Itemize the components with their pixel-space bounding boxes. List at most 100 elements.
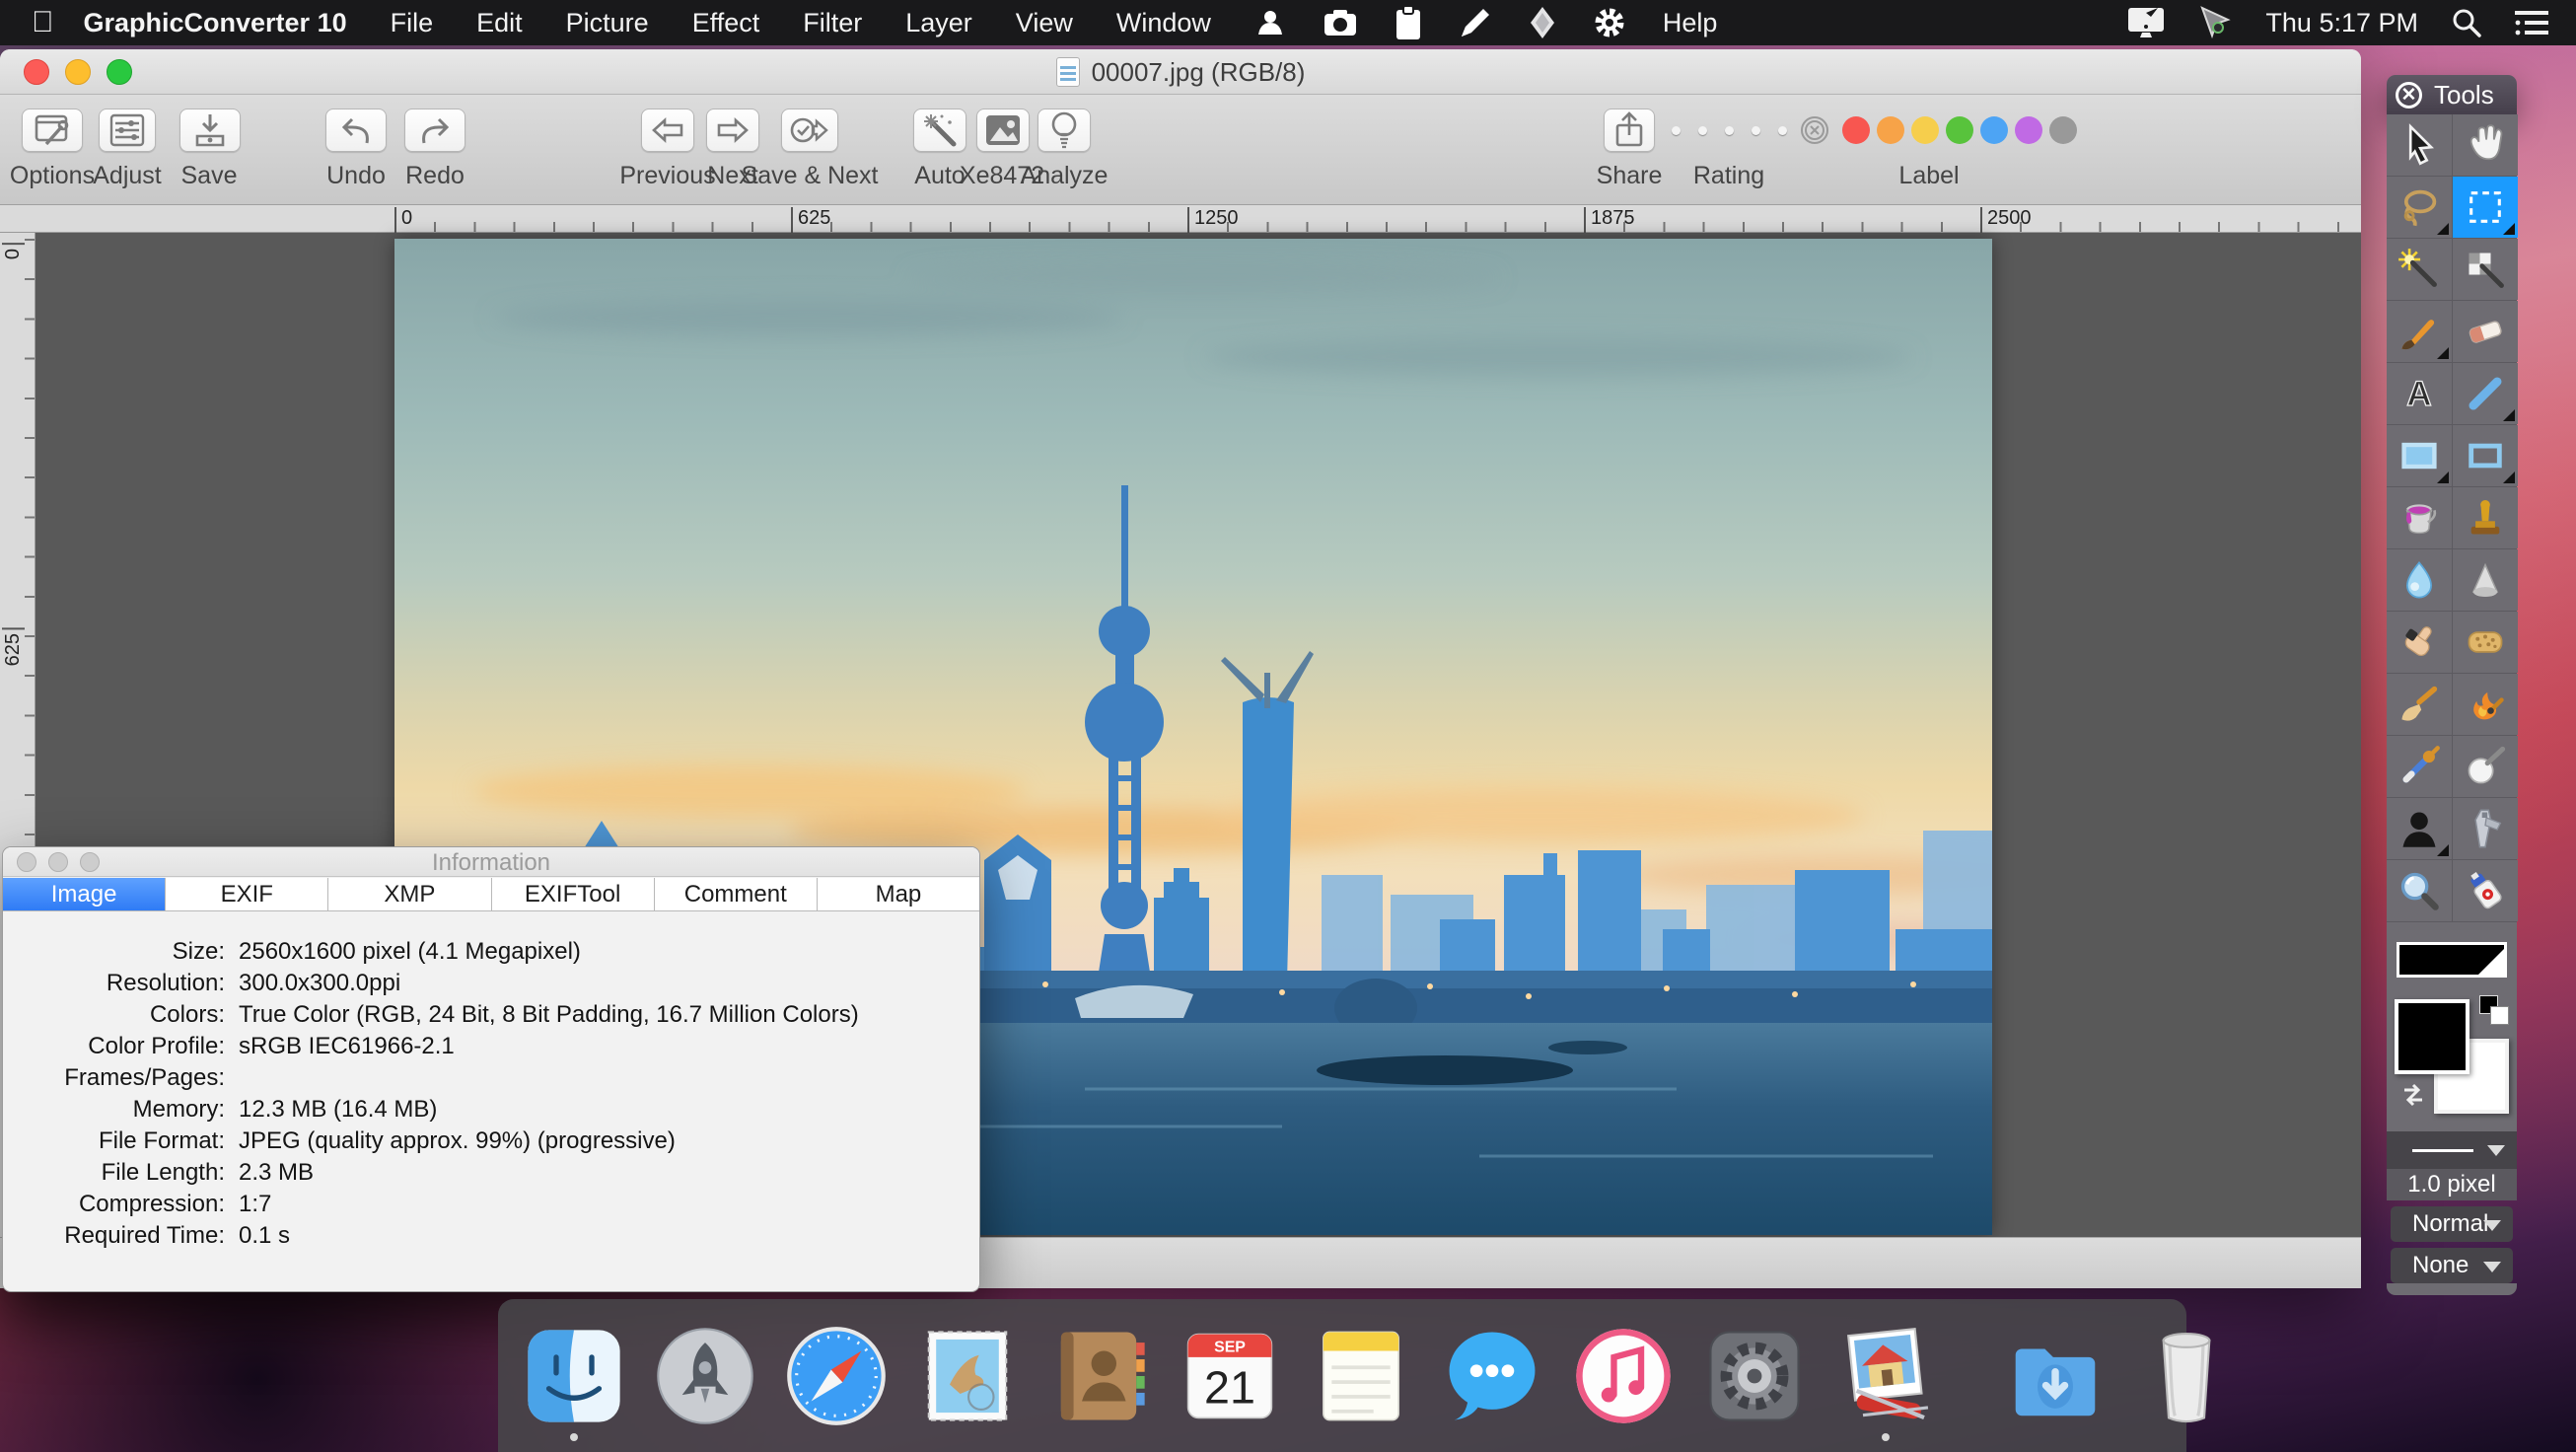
pattern-swatch[interactable]	[2397, 942, 2507, 978]
tab-exif[interactable]: EXIF	[166, 878, 328, 911]
label-purple-button[interactable]	[2015, 116, 2042, 144]
rectangular-selection-tool[interactable]	[2453, 177, 2518, 238]
magic-wand-tool[interactable]	[2387, 239, 2452, 300]
dock-item-system-preferences[interactable]	[1702, 1324, 1807, 1428]
eraser-tool[interactable]	[2453, 301, 2518, 362]
share-button[interactable]	[1604, 109, 1655, 152]
menu-filter[interactable]: Filter	[803, 8, 862, 38]
rating-dot-1[interactable]	[1672, 126, 1681, 135]
tab-map[interactable]: Map	[818, 878, 979, 911]
menu-effect[interactable]: Effect	[692, 8, 760, 38]
label-yellow-button[interactable]	[1911, 116, 1939, 144]
xe8472-button[interactable]	[976, 109, 1030, 152]
adjust-button[interactable]	[99, 109, 156, 152]
hand-tool[interactable]	[2453, 114, 2518, 176]
lasso-tool[interactable]	[2387, 177, 2452, 238]
dock-item-contacts[interactable]	[1046, 1324, 1151, 1428]
dock-item-launchpad[interactable]	[653, 1324, 757, 1428]
blend-mode-dropdown[interactable]: Normal	[2391, 1206, 2513, 1242]
move-tool[interactable]	[2387, 114, 2452, 176]
horizontal-ruler[interactable]: 0 625 1250 1875 2500	[0, 205, 2361, 233]
stamp-tool[interactable]	[2453, 487, 2518, 548]
menu-view[interactable]: View	[1016, 8, 1073, 38]
transparent-wand-tool[interactable]	[2453, 239, 2518, 300]
previous-button[interactable]	[641, 109, 694, 152]
filled-rectangle-tool[interactable]	[2387, 425, 2452, 486]
foreground-color-swatch[interactable]	[2395, 999, 2469, 1074]
dock-item-calendar[interactable]: SEP21	[1178, 1324, 1282, 1428]
annotate-menu-icon[interactable]	[1460, 7, 1491, 38]
dock-item-finder[interactable]	[522, 1324, 626, 1428]
rating-dot-5[interactable]	[1778, 126, 1787, 135]
close-icon[interactable]: ✕	[2396, 82, 2422, 109]
dock-item-itunes[interactable]	[1571, 1324, 1676, 1428]
paint-bucket-tool[interactable]	[2387, 487, 2452, 548]
window-title-bar[interactable]: 00007.jpg (RGB/8)	[0, 49, 2361, 95]
menu-layer[interactable]: Layer	[905, 8, 972, 38]
dock-item-mail[interactable]	[915, 1324, 1020, 1428]
menu-window[interactable]: Window	[1116, 8, 1211, 38]
eyedropper-tool[interactable]	[2387, 736, 2452, 797]
display-icon[interactable]	[2127, 7, 2165, 38]
selection-mode-dropdown[interactable]: None	[2391, 1248, 2513, 1283]
gear-menu-icon[interactable]	[1594, 7, 1625, 38]
silhouette-tool[interactable]	[2387, 798, 2452, 859]
label-green-button[interactable]	[1946, 116, 1973, 144]
remote-cursor-icon[interactable]	[2198, 6, 2232, 39]
glue-tool[interactable]	[2453, 860, 2518, 921]
rating-dot-4[interactable]	[1752, 126, 1760, 135]
dock-item-safari[interactable]	[784, 1324, 889, 1428]
waterdrop-blur-tool[interactable]	[2387, 549, 2452, 611]
text-tool[interactable]: A	[2387, 363, 2452, 424]
camera-menu-icon[interactable]	[1324, 8, 1357, 37]
dock-item-graphicconverter[interactable]	[1833, 1324, 1938, 1428]
tab-exiftool[interactable]: EXIFTool	[492, 878, 655, 911]
information-title-bar[interactable]: Information	[3, 847, 979, 877]
options-button[interactable]	[22, 109, 83, 152]
spray-menu-icon[interactable]	[1529, 7, 1556, 38]
menu-file[interactable]: File	[391, 8, 434, 38]
tab-xmp[interactable]: XMP	[328, 878, 491, 911]
auto-button[interactable]	[913, 109, 966, 152]
default-colors-icon[interactable]	[2479, 995, 2509, 1025]
zoom-tool[interactable]	[2387, 860, 2452, 921]
sponge-tool[interactable]	[2453, 612, 2518, 673]
label-red-button[interactable]	[1842, 116, 1870, 144]
user-menu-icon[interactable]	[1254, 7, 1286, 38]
line-tool[interactable]	[2453, 363, 2518, 424]
rectangle-tool[interactable]	[2453, 425, 2518, 486]
next-button[interactable]	[706, 109, 759, 152]
tools-palette-title-bar[interactable]: ✕ Tools	[2387, 75, 2517, 114]
dock-item-messages[interactable]	[1440, 1324, 1544, 1428]
save-button[interactable]	[179, 109, 241, 152]
tab-comment[interactable]: Comment	[655, 878, 818, 911]
caliper-tool[interactable]	[2453, 798, 2518, 859]
apple-menu[interactable]: 	[32, 6, 54, 39]
menu-help[interactable]: Help	[1663, 8, 1718, 38]
app-menu[interactable]: GraphicConverter 10	[84, 8, 347, 38]
analyze-button[interactable]	[1038, 109, 1091, 152]
dock-item-notes[interactable]	[1309, 1324, 1413, 1428]
smudge-finger-tool[interactable]	[2387, 612, 2452, 673]
dock-item-downloads[interactable]	[2003, 1324, 2108, 1428]
menu-picture[interactable]: Picture	[566, 8, 649, 38]
burn-tool[interactable]	[2453, 674, 2518, 735]
undo-button[interactable]	[325, 109, 387, 152]
rating-dot-2[interactable]	[1698, 126, 1707, 135]
label-blue-button[interactable]	[1980, 116, 2008, 144]
menu-edit[interactable]: Edit	[476, 8, 523, 38]
retouch-tool[interactable]	[2453, 736, 2518, 797]
sharpen-cone-tool[interactable]	[2453, 549, 2518, 611]
spotlight-search-icon[interactable]	[2452, 8, 2481, 37]
dock-item-trash[interactable]	[2134, 1324, 2239, 1428]
brush-tool[interactable]	[2387, 301, 2452, 362]
dust-brush-tool[interactable]	[2387, 674, 2452, 735]
redo-button[interactable]	[404, 109, 465, 152]
label-none-button[interactable]	[1801, 116, 1828, 144]
swap-colors-icon[interactable]	[2398, 1080, 2428, 1115]
rating-dot-3[interactable]	[1725, 126, 1734, 135]
notification-center-icon[interactable]	[2515, 9, 2548, 36]
line-width-selector[interactable]	[2387, 1131, 2517, 1169]
tab-image[interactable]: Image	[3, 878, 166, 911]
clock[interactable]: Thu 5:17 PM	[2265, 8, 2418, 38]
